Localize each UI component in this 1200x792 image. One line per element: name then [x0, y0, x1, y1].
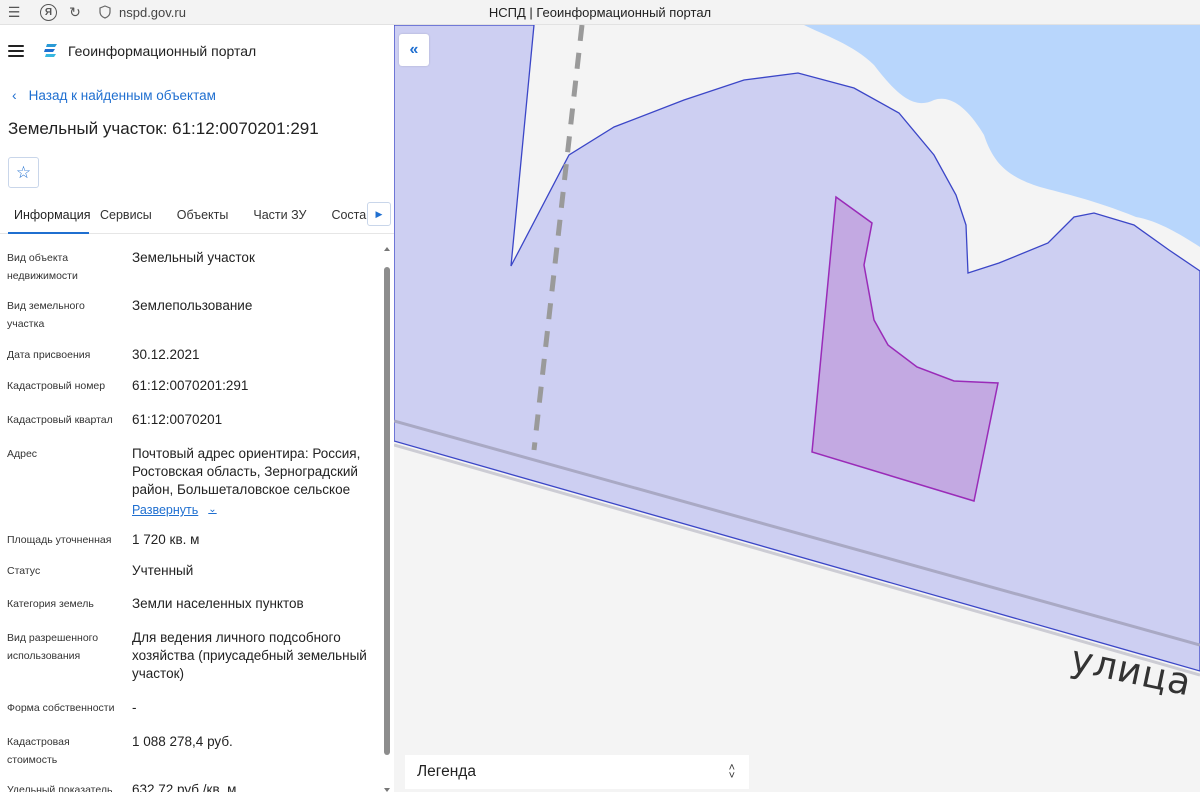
- scrollbar-thumb[interactable]: [384, 267, 390, 755]
- chevron-down-icon: ⌄: [208, 504, 217, 515]
- property-label: Удельный показатель: [7, 784, 113, 792]
- property-label: Категория земель: [7, 598, 94, 610]
- back-to-results-link[interactable]: ‹ Назад к найденным объектам: [0, 77, 394, 113]
- star-icon: ☆: [15, 162, 32, 182]
- double-chevron-left-icon: «: [409, 41, 419, 58]
- tab-composition[interactable]: Состав: [306, 200, 372, 234]
- tab-bar: Информация Сервисы Объекты Части ЗУ Сост…: [0, 200, 394, 234]
- property-value: 1 720 кв. м: [132, 532, 200, 547]
- scroll-down-arrow-icon[interactable]: [384, 788, 390, 792]
- tab-objects[interactable]: Объекты: [152, 200, 229, 234]
- browser-toolbar: ☰ Я ↻ nspd.gov.ru НСПД | Геоинформационн…: [0, 0, 1200, 25]
- property-label: Кадастровый номер: [7, 380, 106, 392]
- panel-scrollbar[interactable]: [382, 247, 392, 792]
- property-label: Кадастровая стоимость: [7, 736, 70, 766]
- address-bar[interactable]: nspd.gov.ru: [99, 5, 186, 20]
- address-expand-row: Развернуть ⌄: [132, 501, 377, 519]
- info-panel: Геоинформационный портал ‹ Назад к найде…: [0, 25, 394, 792]
- property-label: Вид земельного участка: [7, 300, 85, 330]
- property-value: Учтенный: [132, 563, 194, 578]
- property-label: Форма собственности: [7, 702, 115, 714]
- property-label: Вид разрешенного использования: [7, 632, 99, 662]
- property-value: Земельный участок: [132, 250, 255, 265]
- reload-icon[interactable]: ↻: [65, 2, 85, 22]
- legend-dropdown[interactable]: Легенда ˄ ˅: [405, 755, 749, 789]
- collapse-panel-button[interactable]: «: [399, 34, 429, 66]
- object-title: Земельный участок: 61:12:0070201:291: [8, 119, 319, 138]
- property-value: 30.12.2021: [132, 347, 200, 362]
- expand-address-link[interactable]: Развернуть ⌄: [132, 501, 217, 519]
- panel-header: Геоинформационный портал: [0, 25, 394, 77]
- property-value: 1 088 278,4 руб.: [132, 734, 233, 749]
- property-label: Кадастровый квартал: [7, 414, 113, 426]
- browser-tab-title: НСПД | Геоинформационный портал: [488, 4, 712, 20]
- chevron-left-icon: ‹: [12, 87, 17, 103]
- property-value: -: [132, 700, 137, 715]
- yandex-icon[interactable]: Я: [40, 3, 57, 21]
- shield-icon: [99, 5, 111, 19]
- portal-name: Геоинформационный портал: [68, 43, 257, 59]
- tab-parts[interactable]: Части ЗУ: [228, 200, 306, 234]
- property-label: Статус: [7, 565, 41, 577]
- expand-label: Развернуть: [132, 503, 199, 517]
- map-view[interactable]: « улица Легенда ˄ ˅: [394, 25, 1200, 792]
- back-link-label: Назад к найденным объектам: [28, 87, 216, 103]
- scroll-up-arrow-icon[interactable]: [384, 247, 390, 251]
- property-label: Адрес: [7, 448, 38, 460]
- property-value: 632,72 руб./кв. м: [132, 782, 237, 792]
- property-label: Вид объекта недвижимости: [7, 252, 78, 282]
- property-label: Площадь уточненная: [7, 534, 112, 546]
- active-tab-indicator: [8, 232, 89, 234]
- tab-info[interactable]: Информация: [0, 200, 91, 234]
- hamburger-icon[interactable]: ☰: [4, 2, 24, 22]
- property-value: Землепользование: [132, 298, 253, 313]
- property-value: Земли населенных пунктов: [132, 596, 304, 611]
- property-value: 61:12:0070201:291: [132, 378, 249, 393]
- favorite-button[interactable]: ☆: [8, 157, 39, 188]
- property-label: Дата присвоения: [7, 349, 91, 361]
- portal-logo-icon: [44, 44, 57, 57]
- expand-collapse-icon: ˄ ˅: [728, 762, 735, 782]
- legend-label: Легенда: [417, 763, 476, 780]
- url-text: nspd.gov.ru: [119, 4, 186, 20]
- address-value: Почтовый адрес ориентира: Россия, Ростов…: [132, 446, 361, 497]
- tabs-scroll-right-button[interactable]: ▶: [367, 202, 391, 226]
- menu-icon[interactable]: [8, 45, 24, 57]
- property-value: Для ведения личного подсобного хозяйства…: [132, 630, 367, 681]
- chevron-right-icon: ▶: [375, 208, 383, 219]
- property-value: 61:12:0070201: [132, 412, 223, 427]
- tab-services[interactable]: Сервисы: [81, 200, 152, 234]
